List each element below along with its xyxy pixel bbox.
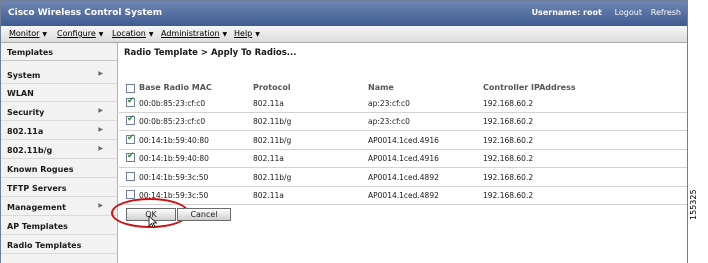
row-checkbox[interactable]: ✔ xyxy=(126,96,135,107)
cell-mac: 00:14:1b:59:40:80 xyxy=(139,136,209,145)
check-icon: ✔ xyxy=(127,151,135,161)
user-box: Username: root Logout Refresh xyxy=(532,8,681,17)
chevron-right-icon: ▶ xyxy=(98,202,103,209)
chevron-down-icon: ▼ xyxy=(148,31,154,38)
cell-ip: 192.168.60.2 xyxy=(483,173,534,182)
check-icon: ✔ xyxy=(127,114,135,124)
select-all-checkbox[interactable] xyxy=(126,84,135,93)
cell-ip: 192.168.60.2 xyxy=(483,154,534,163)
row-checkbox[interactable]: ✔ xyxy=(126,133,135,144)
cell-name: AP0014.1ced.4892 xyxy=(368,173,439,182)
chevron-down-icon: ▼ xyxy=(222,31,228,38)
app-title: Cisco Wireless Control System xyxy=(8,8,163,18)
sidebar-item-radio-templates[interactable]: Radio Templates xyxy=(1,236,117,254)
menu-location[interactable]: Location ▼ xyxy=(112,29,153,38)
menu-administration[interactable]: Administration ▼ xyxy=(161,29,227,38)
column-header-protocol: Protocol xyxy=(253,83,291,92)
cell-ip: 192.168.60.2 xyxy=(483,99,534,108)
table-row: ✔ 00:0b:85:23:cf:c0 802.11a ap:23:cf:c0 … xyxy=(119,95,687,113)
cell-mac: 00:14:1b:59:40:80 xyxy=(139,154,209,163)
table-row: ✔ 00:14:1b:59:40:80 802.11a AP0014.1ced.… xyxy=(119,150,687,168)
username-text: Username: root xyxy=(531,8,602,17)
column-header-name: Name xyxy=(368,83,394,92)
app-window: Cisco Wireless Control System Username: … xyxy=(0,0,688,263)
main-content: Radio Template > Apply To Radios... Base… xyxy=(111,43,687,263)
table-row: ✔ 00:0b:85:23:cf:c0 802.11b/g ap:23:cf:c… xyxy=(119,113,687,131)
sidebar-item-ap-templates[interactable]: AP Templates xyxy=(1,217,117,235)
chevron-down-icon: ▼ xyxy=(255,31,260,38)
row-checkbox[interactable]: ✔ xyxy=(126,151,135,162)
cell-mac: 00:0b:85:23:cf:c0 xyxy=(139,117,206,126)
cell-ip: 192.168.60.2 xyxy=(483,191,534,200)
chevron-right-icon: ▶ xyxy=(98,70,103,77)
cell-name: AP0014.1ced.4892 xyxy=(368,191,439,200)
sidebar-item-known-rogues[interactable]: Known Rogues xyxy=(1,160,117,178)
sidebar-item-802-11a[interactable]: 802.11a ▶ xyxy=(1,122,117,140)
cell-name: AP0014.1ced.4916 xyxy=(368,154,439,163)
title-bar: Cisco Wireless Control System Username: … xyxy=(1,1,687,26)
column-header-ip: Controller IPAddress xyxy=(483,83,576,92)
cell-protocol: 802.11a xyxy=(253,191,284,200)
table-row: ✔ 00:14:1b:59:3c:50 802.11b/g AP0014.1ce… xyxy=(119,169,687,187)
cell-ip: 192.168.60.2 xyxy=(483,136,534,145)
cell-name: AP0014.1ced.4916 xyxy=(368,136,439,145)
refresh-link[interactable]: Refresh xyxy=(651,8,681,17)
sidebar-item-802-11bg[interactable]: 802.11b/g ▶ xyxy=(1,141,117,159)
sidebar-item-wlan[interactable]: WLAN xyxy=(1,84,117,102)
cell-name: ap:23:cf:c0 xyxy=(368,117,410,126)
mouse-cursor-icon xyxy=(148,216,158,228)
cell-protocol: 802.11b/g xyxy=(253,117,292,126)
chevron-down-icon: ▼ xyxy=(42,31,48,38)
sidebar-item-tftp-servers[interactable]: TFTP Servers xyxy=(1,179,117,197)
sidebar-item-security[interactable]: Security ▶ xyxy=(1,103,117,121)
check-icon: ✔ xyxy=(127,133,135,143)
sidebar-item-management[interactable]: Management ▶ xyxy=(1,198,117,216)
chevron-down-icon: ▼ xyxy=(98,31,104,38)
page-title: Radio Template > Apply To Radios... xyxy=(124,48,297,58)
logout-link[interactable]: Logout xyxy=(615,8,642,17)
cancel-button[interactable]: Cancel xyxy=(177,208,231,221)
row-checkbox[interactable]: ✔ xyxy=(126,114,135,125)
cell-mac: 00:14:1b:59:3c:50 xyxy=(139,173,209,182)
cell-protocol: 802.11b/g xyxy=(253,136,292,145)
table-header: Base Radio MAC Protocol Name Controller … xyxy=(119,83,687,95)
sidebar-item-system[interactable]: System ▶ xyxy=(1,66,117,84)
row-checkbox[interactable]: ✔ xyxy=(126,172,135,181)
cell-ip: 192.168.60.2 xyxy=(483,117,534,126)
chevron-right-icon: ▶ xyxy=(98,107,103,114)
cell-protocol: 802.11b/g xyxy=(253,173,292,182)
figure-number: 155325 xyxy=(689,189,698,220)
menu-help[interactable]: Help ▼ xyxy=(234,29,260,38)
sidebar-header: Templates xyxy=(1,43,117,61)
row-checkbox[interactable]: ✔ xyxy=(126,190,135,199)
menu-configure[interactable]: Configure ▼ xyxy=(57,29,103,38)
column-header-mac: Base Radio MAC xyxy=(139,83,212,92)
cell-protocol: 802.11a xyxy=(253,154,284,163)
cell-mac: 00:0b:85:23:cf:c0 xyxy=(139,99,206,108)
cell-name: ap:23:cf:c0 xyxy=(368,99,410,108)
table-row: ✔ 00:14:1b:59:3c:50 802.11a AP0014.1ced.… xyxy=(119,187,687,205)
chevron-right-icon: ▶ xyxy=(98,126,103,133)
menu-monitor[interactable]: Monitor ▼ xyxy=(9,29,47,38)
sidebar: Templates System ▶ WLAN Security ▶ 802.11a… xyxy=(1,43,118,263)
cell-protocol: 802.11a xyxy=(253,99,284,108)
chevron-right-icon: ▶ xyxy=(98,145,103,152)
table-row: ✔ 00:14:1b:59:40:80 802.11b/g AP0014.1ce… xyxy=(119,132,687,150)
check-icon: ✔ xyxy=(127,96,135,106)
menu-bar: Monitor ▼ Configure ▼ Location ▼ Administra… xyxy=(1,26,687,43)
